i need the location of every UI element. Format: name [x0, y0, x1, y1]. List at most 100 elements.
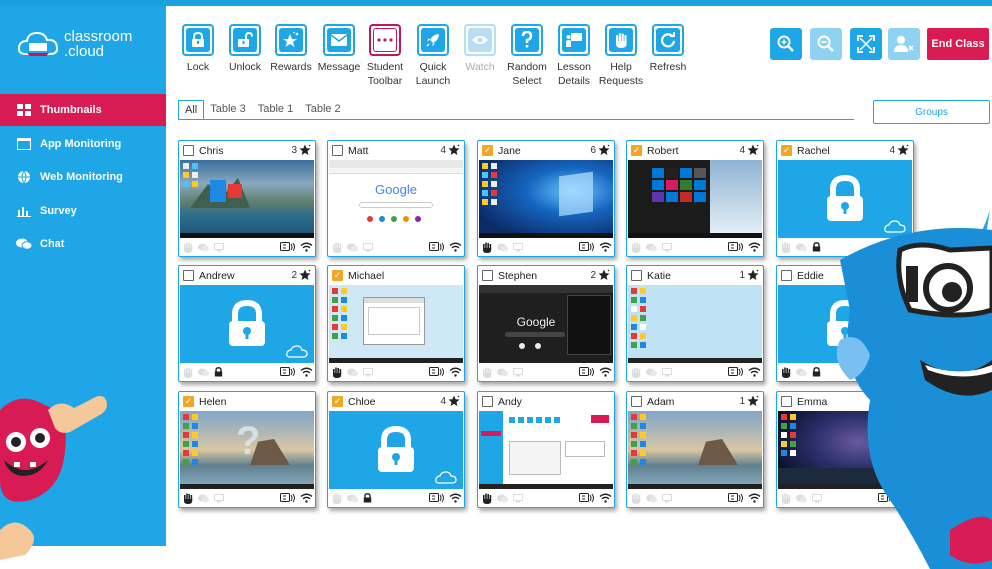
reward-count-value: 3 [291, 144, 297, 156]
raised-hand-icon [782, 367, 791, 378]
card-header: ✓ Michael [328, 266, 464, 285]
sound-icon [429, 242, 444, 252]
student-card-katie[interactable]: Katie 1 [626, 265, 764, 382]
tab-table-3[interactable]: Table 3 [204, 100, 251, 120]
screen-thumbnail[interactable]: ? [180, 411, 314, 489]
logo-text-line2: .cloud [64, 43, 105, 60]
card-footer [332, 365, 462, 379]
screen-landscape [180, 160, 314, 238]
student-card-jane[interactable]: ✓ Jane 6 [477, 140, 615, 257]
select-checkbox[interactable] [631, 396, 642, 407]
student-card-michael[interactable]: ✓ Michael [327, 265, 465, 382]
blue-monster-mascot [836, 210, 992, 569]
sidebar-item-chat[interactable]: Chat [0, 228, 166, 260]
screen-thumbnail[interactable] [329, 285, 463, 363]
card-header: ✓ Helen [179, 392, 315, 411]
zoom-in-button[interactable] [770, 28, 802, 60]
groups-button[interactable]: Groups [873, 100, 990, 124]
raised-hand-icon [782, 493, 791, 504]
wifi-icon [300, 493, 313, 503]
screen-beach-desktop [628, 411, 762, 489]
watch-button[interactable]: Watch [453, 24, 507, 74]
select-checkbox[interactable]: ✓ [631, 145, 642, 156]
select-checkbox[interactable] [482, 270, 493, 281]
lock-button[interactable]: Lock [171, 24, 225, 74]
screen-thumbnail[interactable] [479, 411, 613, 489]
select-checkbox[interactable] [631, 270, 642, 281]
zoom-out-button[interactable] [810, 28, 842, 60]
screen-thumbnail[interactable]: Google [479, 285, 613, 363]
random-select-button[interactable]: Random Select [500, 24, 554, 88]
screen-thumbnail[interactable] [628, 160, 762, 238]
select-checkbox[interactable]: ✓ [781, 145, 792, 156]
lesson-details-label-1: Lesson [557, 61, 591, 73]
screen-browser: Google [329, 160, 463, 238]
select-checkbox[interactable] [482, 396, 493, 407]
refresh-button[interactable]: Refresh [641, 24, 695, 74]
student-card-matt[interactable]: Matt 4 Google [327, 140, 465, 257]
watch-label: Watch [465, 61, 495, 73]
monitor-icon [363, 367, 373, 376]
select-checkbox[interactable] [781, 396, 792, 407]
wifi-icon [449, 242, 462, 252]
lesson-details-button[interactable]: Lesson Details [547, 24, 601, 88]
screen-thumbnail[interactable]: Google [329, 160, 463, 238]
select-checkbox[interactable]: ✓ [332, 396, 343, 407]
sidebar-item-survey[interactable]: Survey [0, 195, 166, 227]
monitor-icon [513, 493, 523, 502]
end-class-button[interactable]: End Class [927, 28, 989, 60]
student-card-chloe[interactable]: ✓ Chloe 4 [327, 391, 465, 508]
monitor-icon [214, 493, 224, 502]
select-checkbox[interactable] [183, 145, 194, 156]
sidebar-item-thumbnails[interactable]: Thumbnails [0, 94, 166, 126]
select-checkbox[interactable] [183, 270, 194, 281]
select-checkbox[interactable]: ✓ [482, 145, 493, 156]
select-checkbox[interactable] [781, 270, 792, 281]
select-checkbox[interactable]: ✓ [332, 270, 343, 281]
question-mark-overlay: ? [236, 419, 261, 463]
chat-icon [497, 368, 508, 376]
reward-count-value: 4 [739, 144, 745, 156]
student-card-andrew[interactable]: Andrew 2 [178, 265, 316, 382]
monitor-icon [214, 242, 224, 251]
student-toolbar-button[interactable]: Student Toolbar [358, 24, 412, 88]
student-card-robert[interactable]: ✓ Robert 4 [626, 140, 764, 257]
select-checkbox[interactable] [332, 145, 343, 156]
sound-icon [728, 493, 743, 503]
quick-launch-button[interactable]: Quick Launch [406, 24, 460, 88]
tab-table-1[interactable]: Table 1 [252, 100, 299, 120]
remove-user-button[interactable] [888, 28, 920, 60]
screen-thumbnail[interactable] [479, 160, 613, 238]
fullscreen-button[interactable] [850, 28, 882, 60]
screen-thumbnail[interactable] [329, 411, 463, 489]
screen-thumbnail[interactable] [180, 160, 314, 238]
reward-count: 1 [739, 395, 759, 407]
student-card-andy[interactable]: Andy [477, 391, 615, 508]
card-footer [631, 491, 761, 505]
raised-hand-icon [333, 493, 342, 504]
reward-count-value: 6 [590, 144, 596, 156]
screen-thumbnail[interactable] [628, 411, 762, 489]
refresh-icon [660, 32, 676, 48]
screen-thumbnail[interactable] [628, 285, 762, 363]
wifi-icon [599, 493, 612, 503]
student-card-chris[interactable]: Chris 3 [178, 140, 316, 257]
tab-table-2[interactable]: Table 2 [299, 100, 346, 120]
app-window: { "app": { "logo_line1": "classroom", "l… [0, 0, 992, 569]
screen-thumbnail[interactable] [180, 285, 314, 363]
reward-count-value: 1 [739, 395, 745, 407]
student-card-stephen[interactable]: Stephen 2 Google [477, 265, 615, 382]
select-checkbox[interactable]: ✓ [183, 396, 194, 407]
sidebar-item-web-monitoring[interactable]: Web Monitoring [0, 161, 166, 193]
tab-all[interactable]: All [178, 100, 205, 120]
student-card-adam[interactable]: Adam 1 [626, 391, 764, 508]
help-requests-button[interactable]: Help Requests [594, 24, 648, 88]
student-card-helen[interactable]: ✓ Helen? [178, 391, 316, 508]
cloud-watermark-icon [435, 471, 457, 484]
reward-count: 4 [889, 144, 909, 156]
sidebar-item-app-monitoring[interactable]: App Monitoring [0, 128, 166, 160]
lock-label: Lock [186, 61, 210, 73]
rocket-icon [426, 34, 439, 47]
rewards-button[interactable]: Rewards [264, 24, 318, 74]
raised-hand-icon [333, 367, 342, 378]
